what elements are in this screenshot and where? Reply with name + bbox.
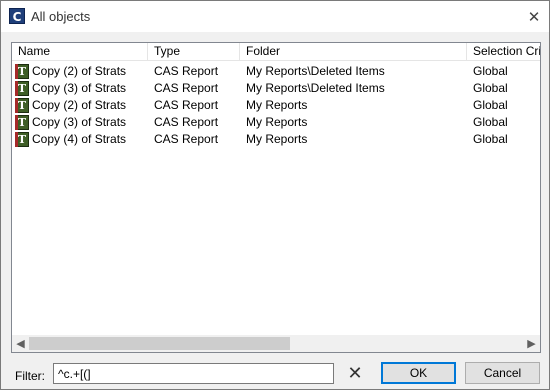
column-header-folder[interactable]: Folder — [240, 43, 467, 61]
app-icon: C — [9, 8, 25, 24]
scrollbar-thumb[interactable] — [29, 337, 290, 350]
column-header-name[interactable]: Name — [12, 43, 148, 61]
table-row[interactable]: T Copy (4) of Strats CAS Report My Reports G… — [12, 131, 540, 148]
report-icon: T — [15, 64, 29, 79]
filter-input[interactable] — [53, 363, 334, 384]
ok-button[interactable]: OK — [381, 362, 456, 384]
objects-list[interactable]: Name Type Folder Selection Crite TCopy (… — [11, 42, 541, 353]
cell-folder: My Reports — [246, 115, 308, 129]
horizontal-scrollbar[interactable]: ◀ ▶ — [12, 335, 540, 352]
cell-type: CAS Report — [154, 98, 219, 112]
column-header-type[interactable]: Type — [148, 43, 240, 61]
list-rows: T Copy (2) of Strats CAS Report My Reports\… — [12, 63, 540, 148]
window-title: All objects — [31, 9, 91, 24]
cell-selection-criteria: Global — [473, 115, 508, 129]
table-row[interactable]: T Copy (2) of Strats CAS Report My Reports G… — [12, 97, 540, 114]
cell-type: CAS Report — [154, 81, 219, 95]
cell-selection-criteria: Global — [473, 64, 508, 78]
column-header-selection-criteria[interactable]: Selection Crite — [467, 43, 540, 61]
report-icon: T — [15, 81, 29, 96]
cell-type: CAS Report — [154, 64, 219, 78]
report-icon: T — [15, 98, 29, 113]
cell-folder: My Reports\Deleted Items — [246, 64, 385, 78]
cancel-button[interactable]: Cancel — [465, 362, 540, 384]
cell-type: CAS Report — [154, 132, 219, 146]
cell-name: Copy (4) of Strats — [32, 132, 127, 146]
chevron-left-icon[interactable]: ◀ — [12, 335, 29, 352]
filter-label: Filter: — [15, 369, 45, 383]
cell-selection-criteria: Global — [473, 98, 508, 112]
report-icon: T — [15, 132, 29, 147]
cell-type: CAS Report — [154, 115, 219, 129]
clear-filter-icon[interactable]: ✕ — [344, 363, 366, 385]
cell-name: Copy (3) of Strats — [32, 81, 127, 95]
close-icon[interactable]: ✕ — [523, 7, 545, 27]
cell-name: Copy (2) of Strats — [32, 98, 127, 112]
chevron-right-icon[interactable]: ▶ — [523, 335, 540, 352]
cell-name: Copy (3) of Strats — [32, 115, 127, 129]
cell-selection-criteria: Global — [473, 81, 508, 95]
cell-folder: My Reports\Deleted Items — [246, 81, 385, 95]
list-header: Name Type Folder Selection Crite — [12, 43, 540, 61]
report-icon: T — [15, 115, 29, 130]
table-row[interactable]: T Copy (2) of Strats CAS Report My Reports\… — [12, 63, 540, 80]
table-row[interactable]: T Copy (3) of Strats CAS Report My Reports G… — [12, 114, 540, 131]
cell-folder: My Reports — [246, 132, 308, 146]
table-row[interactable]: T Copy (3) of Strats CAS Report My Reports\… — [12, 80, 540, 97]
cell-selection-criteria: Global — [473, 132, 508, 146]
all-objects-dialog: C All objects ✕ Name Type Folder Selecti… — [0, 0, 550, 390]
cell-folder: My Reports — [246, 98, 308, 112]
cell-name: Copy (2) of Strats — [32, 64, 127, 78]
title-bar: C All objects ✕ — [1, 1, 549, 32]
